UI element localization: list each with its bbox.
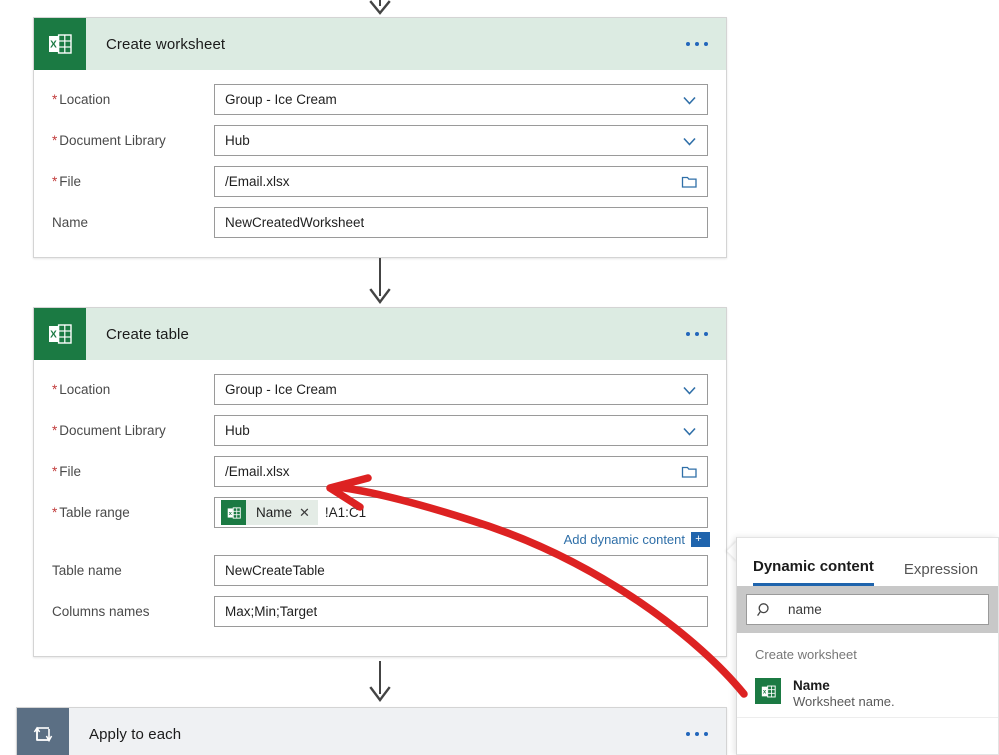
field-row-document-library: * Document Library Hub — [52, 125, 708, 156]
file-value: /Email.xlsx — [225, 464, 290, 479]
dynamic-content-name-item[interactable]: x Name Worksheet name. — [737, 672, 998, 718]
dynamic-content-tabs: Dynamic content Expression — [737, 538, 998, 586]
card-title: Apply to each — [89, 725, 182, 743]
field-label-file: * File — [52, 464, 82, 479]
connector-arrow-1 — [360, 258, 400, 306]
svg-text:X: X — [50, 330, 57, 341]
svg-text:X: X — [50, 40, 57, 51]
table-name-value: NewCreateTable — [225, 563, 325, 578]
chevron-down-icon[interactable] — [681, 381, 698, 398]
loop-icon — [17, 708, 69, 755]
add-dynamic-content-icon[interactable]: + — [691, 532, 710, 547]
chevron-down-icon[interactable] — [681, 422, 698, 439]
chevron-down-icon[interactable] — [681, 132, 698, 149]
card-title: Create table — [106, 325, 189, 343]
required-asterisk: * — [52, 505, 58, 520]
required-asterisk: * — [52, 423, 58, 438]
dynamic-content-item-name: Name — [793, 678, 830, 693]
card-header-apply-to-each[interactable]: Apply to each — [17, 708, 726, 755]
field-row-location: * Location Group - Ice Cream — [52, 374, 708, 405]
flow-designer-canvas: X Create worksheet * Location Group - Ice… — [0, 0, 999, 755]
field-label-location: * Location — [52, 92, 111, 107]
required-asterisk: * — [52, 92, 58, 107]
connector-arrow-2 — [360, 661, 400, 705]
add-dynamic-content-link[interactable]: Add dynamic content — [564, 532, 685, 547]
field-row-document-library: * Document Library Hub — [52, 415, 708, 446]
document-library-dropdown[interactable]: Hub — [214, 125, 708, 156]
field-label-columns-names: Columns names — [52, 604, 150, 619]
action-card-create-worksheet[interactable]: X Create worksheet * Location Group - Ice… — [33, 17, 727, 258]
document-library-value: Hub — [225, 423, 250, 438]
dynamic-content-item-description: Worksheet name. — [793, 694, 895, 709]
dynamic-content-panel[interactable]: Dynamic content Expression name Create w… — [736, 537, 999, 755]
field-label-location: * Location — [52, 382, 111, 397]
location-dropdown[interactable]: Group - Ice Cream — [214, 84, 708, 115]
dynamic-content-group-header: Create worksheet — [755, 647, 857, 662]
search-input[interactable]: name — [746, 594, 989, 625]
file-value: /Email.xlsx — [225, 174, 290, 189]
columns-names-value: Max;Min;Target — [225, 604, 318, 619]
card-header-create-table[interactable]: X Create table — [34, 308, 726, 360]
field-label-file: * File — [52, 174, 82, 189]
connector-arrow-top — [360, 0, 400, 18]
document-library-value: Hub — [225, 133, 250, 148]
table-range-input[interactable]: x Name ✕ !A1:C1 — [214, 497, 708, 528]
search-input-value: name — [788, 602, 822, 617]
field-label-document-library: * Document Library — [52, 133, 166, 148]
folder-icon[interactable] — [681, 173, 698, 190]
folder-icon[interactable] — [681, 463, 698, 480]
field-label-table-name: Table name — [52, 563, 122, 578]
file-input[interactable]: /Email.xlsx — [214, 456, 708, 487]
field-label-table-range: * Table range — [52, 505, 130, 520]
search-icon — [756, 601, 774, 619]
field-row-table-range: * Table range x Name ✕ !A1:C1 — [52, 497, 708, 528]
required-asterisk: * — [52, 382, 58, 397]
action-card-apply-to-each[interactable]: Apply to each — [16, 707, 727, 755]
name-value: NewCreatedWorksheet — [225, 215, 365, 230]
tab-expression[interactable]: Expression — [904, 561, 978, 586]
field-label-document-library: * Document Library — [52, 423, 166, 438]
field-label-name: Name — [52, 215, 89, 230]
field-row-columns-names: Columns names Max;Min;Target — [52, 596, 708, 627]
excel-icon: X — [34, 308, 86, 360]
location-value: Group - Ice Cream — [225, 92, 337, 107]
excel-icon: x — [221, 500, 246, 525]
excel-icon: x — [755, 678, 781, 704]
add-dynamic-content-row: Add dynamic content + — [52, 528, 710, 555]
document-library-dropdown[interactable]: Hub — [214, 415, 708, 446]
required-asterisk: * — [52, 133, 58, 148]
location-value: Group - Ice Cream — [225, 382, 337, 397]
table-name-input[interactable]: NewCreateTable — [214, 555, 708, 586]
table-range-token[interactable]: x Name ✕ — [221, 500, 318, 525]
ellipsis-icon[interactable] — [684, 726, 710, 742]
card-body-create-worksheet: * Location Group - Ice Cream * Document Li… — [34, 70, 726, 254]
card-body-create-table: * Location Group - Ice Cream * Document Li… — [34, 360, 726, 643]
name-input[interactable]: NewCreatedWorksheet — [214, 207, 708, 238]
card-header-create-worksheet[interactable]: X Create worksheet — [34, 18, 726, 70]
required-asterisk: * — [52, 174, 58, 189]
field-row-file: * File /Email.xlsx — [52, 456, 708, 487]
table-range-text: !A1:C1 — [324, 505, 367, 520]
field-row-file: * File /Email.xlsx — [52, 166, 708, 197]
file-input[interactable]: /Email.xlsx — [214, 166, 708, 197]
field-row-name: Name NewCreatedWorksheet — [52, 207, 708, 238]
field-row-location: * Location Group - Ice Cream — [52, 84, 708, 115]
location-dropdown[interactable]: Group - Ice Cream — [214, 374, 708, 405]
field-row-table-name: Table name NewCreateTable — [52, 555, 708, 586]
chevron-down-icon[interactable] — [681, 91, 698, 108]
columns-names-input[interactable]: Max;Min;Target — [214, 596, 708, 627]
required-asterisk: * — [52, 464, 58, 479]
tab-dynamic-content[interactable]: Dynamic content — [753, 558, 874, 586]
dynamic-content-search-area: name — [737, 586, 998, 633]
ellipsis-icon[interactable] — [684, 326, 710, 342]
action-card-create-table[interactable]: X Create table * Location Group - Ice Cre… — [33, 307, 727, 657]
ellipsis-icon[interactable] — [684, 36, 710, 52]
excel-icon: X — [34, 18, 86, 70]
close-x-icon[interactable]: ✕ — [299, 506, 318, 519]
card-title: Create worksheet — [106, 35, 226, 53]
table-range-token-label: Name — [256, 505, 293, 520]
